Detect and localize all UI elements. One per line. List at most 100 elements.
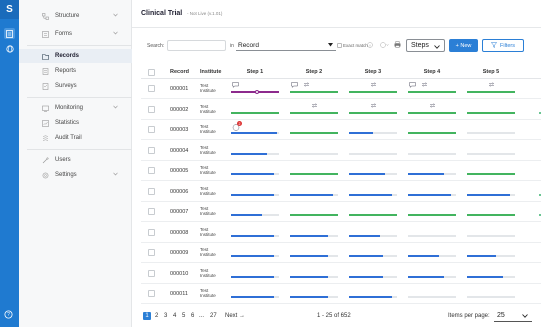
step-3-progress[interactable] xyxy=(349,173,397,175)
step-5-progress[interactable] xyxy=(467,275,515,278)
search-input[interactable] xyxy=(167,40,226,51)
table-row[interactable]: 000009 Test Institute xyxy=(141,243,541,263)
sidebar-item-audit-trail[interactable]: Audit Trail xyxy=(19,131,132,145)
page-5-link[interactable]: 5 xyxy=(182,313,185,319)
sync-arrows-icon[interactable] xyxy=(370,82,377,89)
sync-arrows-icon[interactable] xyxy=(429,102,436,110)
row-checkbox[interactable] xyxy=(148,249,155,256)
step-1-progress[interactable] xyxy=(231,173,279,175)
table-row[interactable]: 000001 Test Institute xyxy=(141,79,541,99)
row-checkbox[interactable] xyxy=(148,290,155,297)
step-2-progress[interactable] xyxy=(290,91,338,93)
app-logo[interactable]: S xyxy=(0,0,19,19)
step-4-progress[interactable] xyxy=(408,173,456,175)
step-2-progress[interactable] xyxy=(290,296,338,298)
step-3-progress[interactable] xyxy=(349,275,397,278)
step-4-progress[interactable] xyxy=(408,152,456,155)
step-3-progress[interactable] xyxy=(349,255,397,257)
page-4-link[interactable]: 4 xyxy=(173,313,176,319)
scope-select[interactable]: Record xyxy=(236,40,336,51)
items-per-page-select[interactable]: 25 xyxy=(494,309,532,322)
step-2-progress[interactable] xyxy=(290,275,338,278)
step-1-progress[interactable] xyxy=(231,193,279,196)
record-id[interactable]: 000011 xyxy=(170,291,188,297)
sync-arrows-icon[interactable] xyxy=(311,102,318,110)
sidebar-item-monitoring[interactable]: Monitoring xyxy=(19,101,132,115)
record-id[interactable]: 000008 xyxy=(170,230,188,236)
step-1-progress[interactable] xyxy=(231,296,279,298)
column-header-record[interactable]: Record xyxy=(170,69,189,75)
comment-icon[interactable] xyxy=(409,82,416,90)
row-checkbox[interactable] xyxy=(148,228,155,236)
sidebar-item-reports[interactable]: Reports xyxy=(19,64,132,78)
sync-arrows-icon[interactable] xyxy=(421,82,428,89)
sync-arrows-icon[interactable] xyxy=(303,82,310,89)
sync-arrows-icon[interactable] xyxy=(370,102,377,110)
step-2-progress[interactable] xyxy=(290,152,338,155)
exact-match-checkbox[interactable] xyxy=(337,43,342,48)
step-4-progress[interactable] xyxy=(408,296,456,298)
table-row[interactable]: 000005 Test Institute xyxy=(141,161,541,181)
record-id[interactable]: 000007 xyxy=(170,209,188,215)
comment-icon[interactable] xyxy=(291,82,298,90)
step-1-progress[interactable] xyxy=(231,255,279,257)
column-header-step-1[interactable]: Step 1 xyxy=(231,69,279,75)
step-marker[interactable] xyxy=(255,90,259,94)
table-row[interactable]: 000011 Test Institute xyxy=(141,284,541,304)
step-1-progress[interactable] xyxy=(231,111,279,114)
step-4-progress[interactable] xyxy=(408,193,456,196)
step-3-progress[interactable] xyxy=(349,111,397,114)
step-4-progress[interactable] xyxy=(408,214,456,216)
record-id[interactable]: 000005 xyxy=(170,168,188,174)
step-2-progress[interactable] xyxy=(290,214,338,216)
step-4-progress[interactable] xyxy=(408,132,456,134)
step-2-progress[interactable] xyxy=(290,234,338,237)
page-1-link[interactable]: 1 xyxy=(143,312,151,320)
sidebar-item-settings[interactable]: Settings xyxy=(19,168,132,182)
column-header-step-3[interactable]: Step 3 xyxy=(349,69,397,75)
help-icon[interactable]: ? xyxy=(4,310,13,319)
next-page-link[interactable]: Next → xyxy=(225,313,245,319)
select-all-checkbox[interactable] xyxy=(148,69,155,76)
page-2-link[interactable]: 2 xyxy=(155,313,158,319)
step-5-progress[interactable] xyxy=(467,91,515,93)
print-icon[interactable] xyxy=(394,41,401,50)
step-3-progress[interactable] xyxy=(349,152,397,155)
table-row[interactable]: 000003 Test Institute 2 xyxy=(141,120,541,140)
record-id[interactable]: 000010 xyxy=(170,271,188,277)
step-5-progress[interactable] xyxy=(467,132,515,134)
step-3-progress[interactable] xyxy=(349,234,397,237)
table-row[interactable]: 000008 Test Institute xyxy=(141,223,541,243)
table-row[interactable]: 000004 Test Institute xyxy=(141,141,541,161)
step-3-progress[interactable] xyxy=(349,193,397,196)
sidebar-item-statistics[interactable]: Statistics xyxy=(19,116,132,130)
step-1-progress[interactable] xyxy=(231,152,279,155)
record-id[interactable]: 000002 xyxy=(170,107,188,113)
step-5-progress[interactable] xyxy=(467,214,515,216)
row-checkbox[interactable] xyxy=(148,167,155,174)
steps-select[interactable]: Steps xyxy=(406,39,445,52)
record-id[interactable]: 000006 xyxy=(170,189,188,195)
step-3-progress[interactable] xyxy=(349,91,397,93)
step-4-progress[interactable] xyxy=(408,234,456,237)
sidebar-item-surveys[interactable]: Surveys xyxy=(19,79,132,93)
column-header-step-5[interactable]: Step 5 xyxy=(467,69,515,75)
step-2-progress[interactable] xyxy=(290,173,338,175)
step-2-progress[interactable] xyxy=(290,255,338,257)
table-row[interactable]: 000010 Test Institute xyxy=(141,264,541,284)
step-1-progress[interactable] xyxy=(231,214,279,216)
step-5-progress[interactable] xyxy=(467,255,515,257)
step-5-progress[interactable] xyxy=(467,234,515,237)
step-1-progress[interactable] xyxy=(231,234,279,237)
alert-count-badge[interactable]: 2 xyxy=(237,121,242,126)
step-3-progress[interactable] xyxy=(349,132,397,134)
record-id[interactable]: 000003 xyxy=(170,127,188,133)
table-row[interactable]: 000007 Test Institute xyxy=(141,202,541,222)
row-checkbox[interactable] xyxy=(148,126,155,133)
column-header-step-4[interactable]: Step 4 xyxy=(408,69,456,75)
row-checkbox[interactable] xyxy=(148,269,155,277)
step-2-progress[interactable] xyxy=(290,111,338,114)
document-icon[interactable] xyxy=(4,28,15,39)
sidebar-item-structure[interactable]: Structure xyxy=(19,9,132,23)
step-4-progress[interactable] xyxy=(408,91,456,93)
